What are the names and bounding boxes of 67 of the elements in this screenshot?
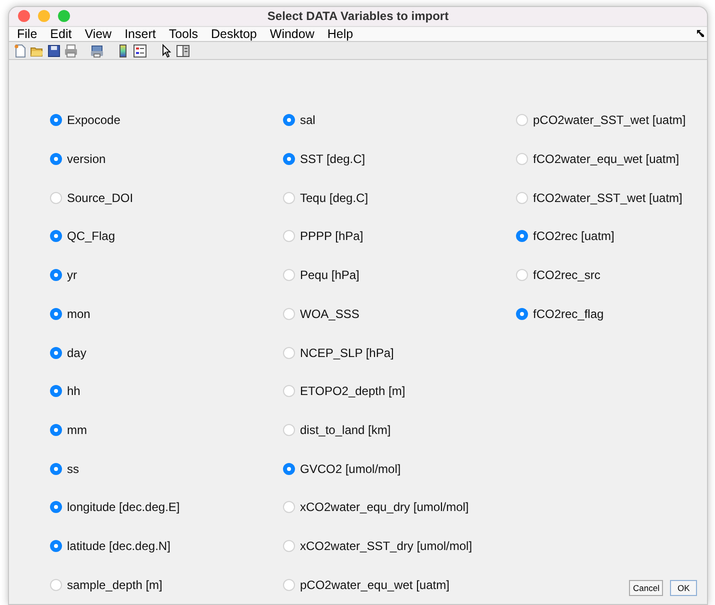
radio-button[interactable] [50, 269, 62, 282]
window-title: Select DATA Variables to import [267, 9, 449, 24]
option-label: mm [67, 422, 87, 437]
menu-item[interactable]: Window [270, 26, 322, 41]
radio-button[interactable] [283, 462, 295, 475]
option-label: fCO2water_equ_wet [uatm] [533, 152, 680, 166]
option-label: mon [67, 306, 90, 321]
radio-button[interactable] [516, 308, 528, 320]
radio-button[interactable] [50, 230, 62, 242]
ok-button[interactable]: OK [670, 580, 697, 596]
option-label: fCO2water_SST_wet [uatm] [533, 190, 682, 205]
menu-item[interactable]: File [17, 26, 46, 41]
radio-button[interactable] [50, 424, 62, 436]
option-label: day [67, 346, 86, 360]
panel-icon[interactable] [176, 44, 190, 58]
radio-button[interactable] [50, 385, 62, 398]
option-label: version [67, 152, 106, 166]
radio-button[interactable] [50, 308, 62, 320]
close-button[interactable] [18, 10, 30, 22]
option-label: dist_to_land [km] [300, 422, 391, 437]
menu-item[interactable]: Insert [124, 26, 164, 41]
option-label: yr [67, 268, 77, 282]
option-label: Pequ [hPa] [300, 268, 360, 282]
option-label: latitude [dec.deg.N] [67, 538, 170, 553]
printer-icon[interactable] [90, 44, 104, 58]
option-label: longitude [dec.deg.E] [67, 500, 180, 514]
option-label: Source_DOI [67, 190, 134, 205]
radio-button[interactable] [283, 153, 295, 166]
save-icon[interactable] [47, 44, 61, 58]
option-label: GVCO2 [umol/mol] [300, 462, 401, 476]
menu-item[interactable]: Desktop [211, 26, 265, 41]
radio-button[interactable] [516, 230, 528, 242]
option-label: pCO2water_equ_wet [uatm] [300, 578, 450, 592]
option-label: xCO2water_SST_dry [umol/mol] [300, 538, 472, 553]
option-label: sample_depth [m] [67, 578, 162, 592]
option-label: WOA_SSS [300, 306, 360, 321]
menu-item[interactable]: View [84, 26, 120, 41]
new-file-icon[interactable] [13, 44, 27, 58]
option-label: pCO2water_SST_wet [uatm] [533, 113, 686, 128]
menu-item[interactable]: Tools [168, 26, 206, 41]
zoom-button[interactable] [58, 10, 70, 22]
option-label: NCEP_SLP [hPa] [300, 346, 394, 360]
option-label: ETOPO2_depth [m] [300, 384, 406, 398]
option-label: SST [deg.C] [300, 152, 366, 166]
option-label: sal [300, 113, 316, 128]
cancel-button[interactable]: Cancel [629, 580, 664, 596]
option-label: xCO2water_equ_dry [umol/mol] [300, 500, 469, 514]
radio-button[interactable] [283, 114, 295, 126]
dock-arrow-icon[interactable] [697, 30, 705, 38]
radio-button[interactable] [50, 114, 62, 126]
radio-button[interactable] [50, 540, 62, 552]
radio-button[interactable] [50, 462, 62, 475]
menu-item[interactable]: Help [327, 26, 362, 41]
legend-icon[interactable] [133, 44, 147, 58]
option-label: QC_Flag [67, 229, 116, 244]
option-label: fCO2rec [uatm] [533, 229, 614, 244]
option-label: Tequ [deg.C] [300, 190, 368, 205]
radio-button[interactable] [50, 153, 62, 166]
option-label: ss [67, 462, 79, 476]
radio-button[interactable] [50, 501, 62, 514]
option-label: hh [67, 384, 80, 398]
option-label: PPPP [hPa] [300, 229, 364, 244]
option-label: fCO2rec_flag [533, 306, 604, 321]
radio-button[interactable] [50, 346, 62, 359]
menu-item[interactable]: Edit [50, 26, 80, 41]
option-label: fCO2rec_src [533, 268, 600, 282]
option-label: Expocode [67, 113, 120, 128]
